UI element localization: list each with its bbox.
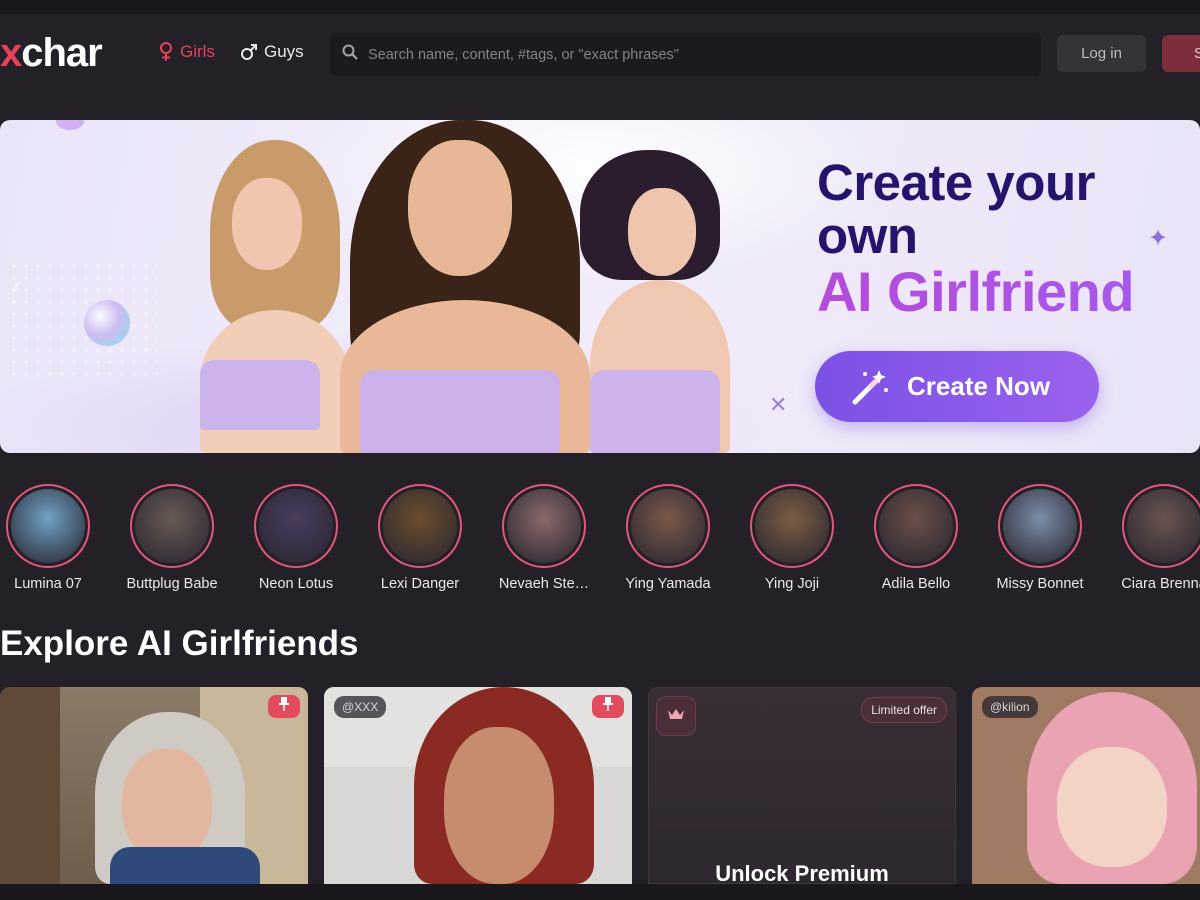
- story-ring: [378, 484, 462, 568]
- avatar: [135, 489, 209, 563]
- card-1[interactable]: [0, 687, 308, 884]
- logo[interactable]: xchar: [0, 31, 103, 75]
- story-ring: [254, 484, 338, 568]
- signup-button[interactable]: S: [1162, 35, 1200, 72]
- banner-close-mark: ✕: [769, 392, 788, 417]
- story-item[interactable]: Nevaeh Ste…: [482, 484, 606, 592]
- female-icon: [158, 42, 174, 62]
- create-now-button[interactable]: Create Now: [815, 351, 1099, 422]
- headline-line-1: Create your: [817, 154, 1095, 211]
- banner-headline: Create your own AI Girlfriend: [817, 156, 1197, 322]
- story-ring: [502, 484, 586, 568]
- story-ring: [626, 484, 710, 568]
- magic-wand-icon: [849, 366, 891, 415]
- story-name: Buttplug Babe: [126, 576, 218, 592]
- banner-bubble-small: [56, 120, 84, 130]
- story-name: Lexi Danger: [380, 576, 460, 592]
- avatar: [879, 489, 953, 563]
- story-item[interactable]: Buttplug Babe: [110, 484, 234, 592]
- story-ring: [998, 484, 1082, 568]
- section-title: Explore AI Girlfriends: [0, 624, 359, 663]
- story-ring: [750, 484, 834, 568]
- crown-badge: [656, 696, 696, 736]
- male-icon: [240, 43, 258, 61]
- story-ring: [6, 484, 90, 568]
- story-name: Nevaeh Ste…: [498, 576, 590, 592]
- search-input[interactable]: [368, 46, 1008, 63]
- pin-icon: [278, 697, 290, 716]
- card-2[interactable]: @XXX: [324, 687, 632, 884]
- logo-text: char: [21, 31, 102, 75]
- banner-model-right: [580, 120, 740, 453]
- avatar: [1003, 489, 1077, 563]
- nav-girls[interactable]: Girls: [158, 42, 215, 62]
- story-name: Missy Bonnet: [996, 576, 1084, 592]
- story-item[interactable]: Lumina 07: [0, 484, 110, 592]
- story-name: Neon Lotus: [258, 576, 334, 592]
- stories-row: Lumina 07 Buttplug Babe Neon Lotus Lexi Dan…: [0, 484, 1200, 604]
- nav-guys[interactable]: Guys: [240, 42, 304, 62]
- banner-bubble: [84, 300, 130, 346]
- story-item[interactable]: Adila Bello: [854, 484, 978, 592]
- search-bar[interactable]: [330, 33, 1041, 76]
- story-name: Ying Yamada: [625, 576, 711, 592]
- avatar: [507, 489, 581, 563]
- bottom-strip: [0, 884, 1200, 900]
- story-name: Lumina 07: [14, 576, 82, 592]
- story-ring: [130, 484, 214, 568]
- card-4[interactable]: @kilion: [972, 687, 1200, 884]
- nav-guys-label: Guys: [264, 42, 304, 61]
- story-item[interactable]: Ciara Brenna: [1102, 484, 1200, 592]
- avatar: [1127, 489, 1200, 563]
- headline-line-2: own: [817, 207, 918, 264]
- crown-icon: [667, 707, 685, 726]
- avatar: [383, 489, 457, 563]
- story-item[interactable]: Lexi Danger: [358, 484, 482, 592]
- premium-card[interactable]: Limited offer Unlock Premium: [648, 687, 956, 884]
- avatar: [755, 489, 829, 563]
- banner-prev-arrow[interactable]: ‹: [14, 275, 21, 298]
- card-1-photo: [0, 687, 308, 884]
- nav-girls-label: Girls: [180, 42, 215, 61]
- story-item[interactable]: Ying Joji: [730, 484, 854, 592]
- limited-offer-badge: Limited offer: [861, 697, 947, 723]
- avatar: [11, 489, 85, 563]
- header: xchar Girls Guys Log in S: [0, 14, 1200, 92]
- card-4-tag: @kilion: [982, 696, 1038, 718]
- avatar: [631, 489, 705, 563]
- pin-icon: [602, 697, 614, 716]
- story-ring: [874, 484, 958, 568]
- login-button[interactable]: Log in: [1057, 35, 1146, 72]
- logo-x: x: [0, 31, 22, 75]
- story-name: Ying Joji: [764, 576, 820, 592]
- top-strip: [0, 0, 1200, 14]
- hero-banner[interactable]: ‹ ✕ ✦ Create your own AI Girlfriend Crea…: [0, 120, 1200, 453]
- pin-badge: [268, 695, 300, 718]
- pin-badge: [592, 695, 624, 718]
- search-icon: [342, 44, 358, 65]
- story-name: Ciara Brenna: [1121, 576, 1200, 592]
- avatar: [259, 489, 333, 563]
- story-item[interactable]: Neon Lotus: [234, 484, 358, 592]
- create-now-label: Create Now: [907, 371, 1051, 401]
- story-name: Adila Bello: [881, 576, 951, 592]
- unlock-premium-title: Unlock Premium: [715, 861, 889, 884]
- story-item[interactable]: Missy Bonnet: [978, 484, 1102, 592]
- card-2-tag: @XXX: [334, 696, 387, 718]
- banner-model-center: [320, 120, 600, 453]
- headline-line-3: AI Girlfriend: [817, 262, 1197, 322]
- story-ring: [1122, 484, 1200, 568]
- story-item[interactable]: Ying Yamada: [606, 484, 730, 592]
- banner-dots: [8, 260, 158, 380]
